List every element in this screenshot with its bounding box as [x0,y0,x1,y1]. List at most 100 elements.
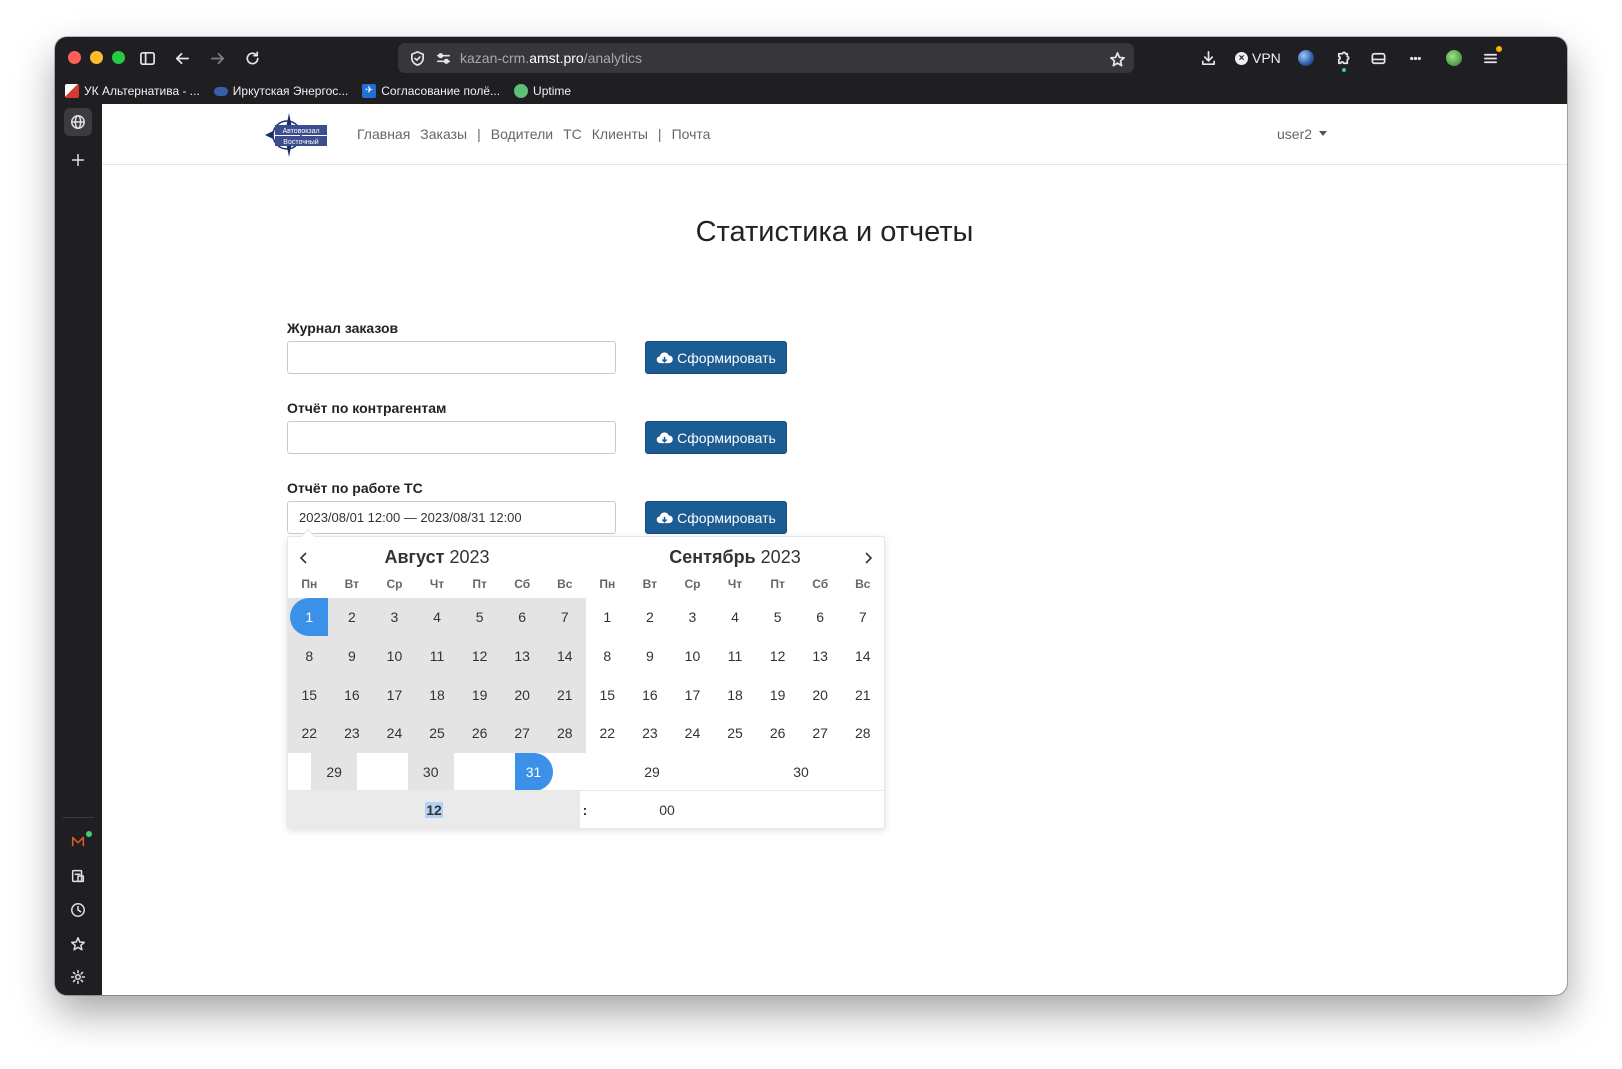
day-cell[interactable]: 11 [415,636,459,676]
day-cell[interactable]: 12 [458,636,501,676]
nav-link-vehicles[interactable]: ТС [563,126,582,142]
day-cell[interactable]: 22 [586,714,629,753]
day-cell[interactable]: 20 [799,675,842,714]
day-cell[interactable]: 6 [799,598,842,637]
nav-link-orders[interactable]: Заказы [420,126,467,142]
day-cell[interactable]: 20 [500,675,544,715]
day-cell[interactable]: 21 [841,675,884,714]
day-cell[interactable]: 19 [756,675,799,714]
day-cell[interactable]: 17 [373,675,416,715]
new-tab-plus-icon[interactable] [64,146,92,174]
forward-icon[interactable] [204,45,230,71]
vpn-button[interactable]: × VPN [1235,48,1281,68]
day-cell[interactable]: 26 [458,714,501,753]
day-cell[interactable]: 5 [458,598,501,637]
nav-link-clients[interactable]: Клиенты [592,126,648,142]
day-cell[interactable]: 8 [288,636,331,676]
day-cell[interactable]: 23 [330,714,374,753]
bookmark-uptime[interactable]: Uptime [514,84,571,98]
day-cell[interactable]: 15 [288,675,331,715]
minute-field[interactable]: 00 [590,791,884,829]
day-cell[interactable]: 15 [586,675,629,714]
day-cell[interactable]: 2 [330,598,374,637]
day-cell[interactable]: 4 [714,598,757,637]
day-cell[interactable]: 13 [799,637,842,676]
day-cell[interactable]: 23 [629,714,672,753]
day-cell[interactable]: 5 [756,598,799,637]
hour-field[interactable]: 12 [288,791,580,829]
back-icon[interactable] [169,45,195,71]
settings-gear-icon[interactable] [64,963,92,991]
day-cell[interactable]: 7 [543,598,587,637]
profile-avatar[interactable] [1446,50,1462,66]
day-cell[interactable]: 19 [458,675,501,715]
address-bar[interactable]: kazan-crm.amst.pro/analytics [398,43,1134,73]
day-cell[interactable]: 25 [714,714,757,753]
extension-globe-icon[interactable] [1298,50,1314,66]
day-cell[interactable]: 1 [586,598,629,637]
bookmark-irk[interactable]: Иркутская Энергос... [213,84,348,98]
bookmark-uk[interactable]: УК Альтернатива - ... [65,84,200,98]
day-cell[interactable]: 22 [288,714,331,753]
day-cell[interactable]: 2 [629,598,672,637]
generate-vehicle-work-button[interactable]: Сформировать [645,501,787,534]
nav-link-mail[interactable]: Почта [672,126,711,142]
globe-icon[interactable] [64,108,92,136]
day-cell[interactable]: 8 [586,637,629,676]
more-dots-icon[interactable] [1402,45,1428,71]
day-cell[interactable]: 28 [841,714,884,753]
day-cell[interactable]: 24 [373,714,416,753]
day-cell[interactable]: 27 [799,714,842,753]
shield-icon[interactable] [404,45,430,71]
reload-icon[interactable] [239,45,265,71]
orders-log-date-input[interactable] [287,341,616,374]
url-text[interactable]: kazan-crm.amst.pro/analytics [460,50,642,66]
day-cell[interactable]: 10 [373,636,416,676]
vehicle-work-date-input[interactable]: 2023/08/01 12:00 — 2023/08/31 12:00 [287,501,616,534]
save-to-icon[interactable] [64,862,92,890]
day-cell[interactable]: 7 [841,598,884,637]
download-icon[interactable] [1195,45,1221,71]
day-cell[interactable]: 13 [500,636,544,676]
day-cell[interactable]: 14 [543,636,587,676]
day-cell[interactable]: 25 [415,714,459,753]
day-cell[interactable]: 26 [756,714,799,753]
day-cell[interactable]: 27 [500,714,544,753]
day-cell[interactable]: 24 [671,714,714,753]
day-cell[interactable]: 6 [500,598,544,637]
day-cell[interactable]: 14 [841,637,884,676]
history-clock-icon[interactable] [64,896,92,924]
day-cell[interactable]: 17 [671,675,714,714]
day-cell[interactable]: 11 [714,637,757,676]
generate-counterparties-button[interactable]: Сформировать [645,421,787,454]
day-cell-range-end[interactable]: 31 [512,752,555,792]
generate-orders-log-button[interactable]: Сформировать [645,341,787,374]
favorites-star-icon[interactable] [64,930,92,958]
day-cell[interactable]: 3 [373,598,416,637]
day-cell[interactable]: 12 [756,637,799,676]
day-cell[interactable]: 30 [773,753,828,792]
day-cell-range-start[interactable]: 1 [288,598,331,637]
minimize-window-button[interactable] [90,51,103,64]
day-cell[interactable]: 3 [671,598,714,637]
company-logo[interactable]: Автовокзал Восточный [257,110,329,160]
nav-link-home[interactable]: Главная [357,126,410,142]
wallet-icon[interactable] [1365,45,1391,71]
day-cell[interactable]: 18 [415,675,459,715]
site-settings-icon[interactable] [430,45,456,71]
day-cell[interactable]: 28 [543,714,587,753]
bookmark-star-icon[interactable] [1104,46,1130,72]
maximize-window-button[interactable] [112,51,125,64]
bookmark-soglas[interactable]: ✈ Согласование полё... [362,84,500,98]
day-cell[interactable]: 30 [407,752,454,792]
day-cell[interactable]: 16 [330,675,374,715]
day-cell[interactable]: 21 [543,675,587,715]
sidebar-toggle-icon[interactable] [134,45,160,71]
close-window-button[interactable] [68,51,81,64]
user-menu[interactable]: user2 [1277,126,1328,142]
day-cell[interactable]: 18 [714,675,757,714]
nav-link-drivers[interactable]: Водители [491,126,553,142]
day-cell[interactable]: 10 [671,637,714,676]
day-cell[interactable]: 16 [629,675,672,714]
day-cell[interactable]: 29 [311,752,358,792]
